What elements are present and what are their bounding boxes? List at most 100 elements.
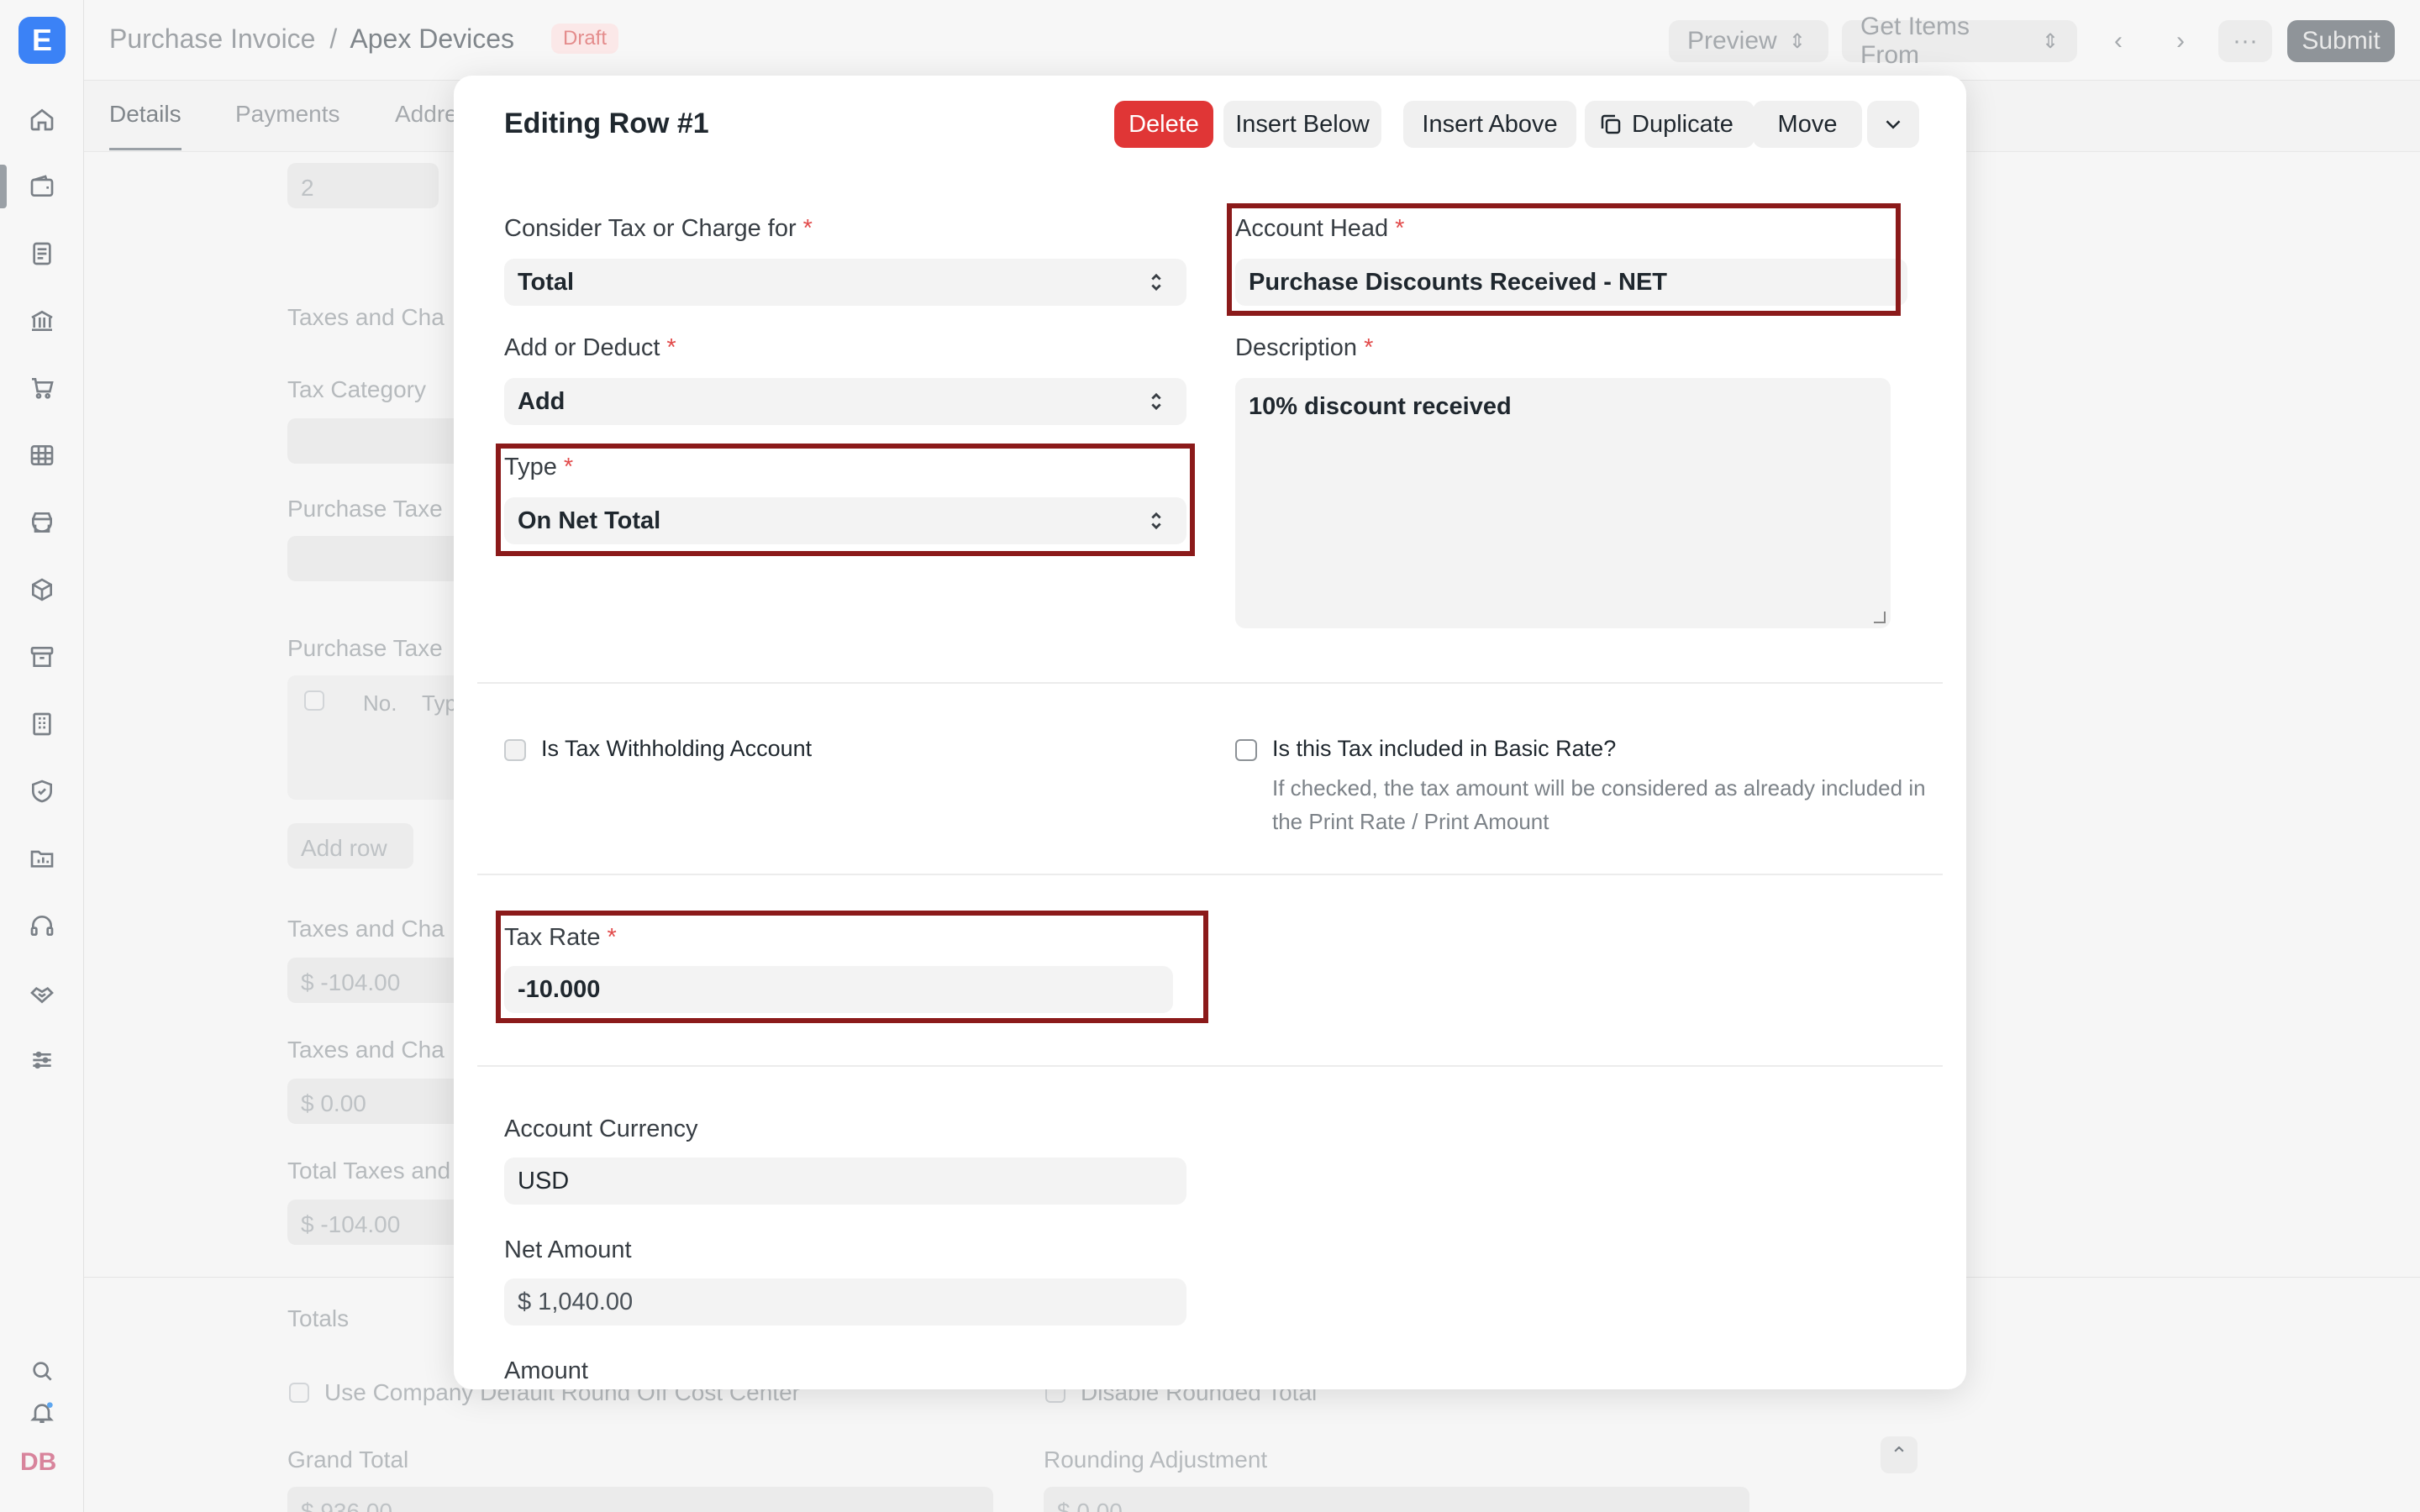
account-currency-label: Account Currency: [504, 1116, 698, 1142]
consider-tax-value: Total: [518, 268, 575, 296]
description-value: 10% discount received: [1249, 393, 1512, 420]
rounding-adjustment-label: Rounding Adjustment: [1044, 1446, 1268, 1473]
box-icon[interactable]: [27, 575, 57, 605]
taxes-table-col-no: No.: [363, 690, 397, 716]
section-divider: [477, 874, 1943, 875]
sliders-icon[interactable]: [27, 1045, 57, 1075]
chevron-left-icon: ‹: [2114, 27, 2123, 55]
purchase-taxes-table-label: Purchase Taxe: [287, 635, 443, 661]
get-items-from-button[interactable]: Get Items From ⇕: [1842, 13, 2077, 69]
consider-tax-select[interactable]: Total: [504, 259, 1186, 306]
tab-payments[interactable]: Payments: [235, 101, 340, 128]
taxes-added-label: Taxes and Cha: [287, 916, 445, 942]
account-currency-field: USD: [504, 1158, 1186, 1205]
avatar[interactable]: DB: [20, 1448, 56, 1477]
table-icon[interactable]: [27, 440, 57, 470]
taxes-deducted-label: Taxes and Cha: [287, 1037, 445, 1063]
chevron-updown-icon: [1144, 270, 1168, 294]
withholding-label: Is Tax Withholding Account: [541, 736, 813, 761]
delete-button[interactable]: Delete: [1114, 101, 1213, 148]
chevron-updown-icon: ⇕: [2041, 29, 2059, 53]
page-title: Apex Devices: [350, 24, 515, 54]
purchase-taxes-template-label: Purchase Taxe: [287, 496, 443, 522]
topbar: Purchase Invoice / Apex Devices Draft Pr…: [84, 0, 2420, 81]
wallet-icon[interactable]: [27, 171, 57, 202]
collapse-section-icon[interactable]: ⌃: [1881, 1436, 1918, 1473]
building-icon[interactable]: [27, 709, 57, 739]
total-taxes-field: $ -104.00: [287, 1200, 472, 1245]
status-badge: Draft: [551, 24, 619, 54]
bell-icon[interactable]: [27, 1398, 57, 1428]
archive-icon[interactable]: [27, 642, 57, 672]
tax-rate-highlight-box: [496, 911, 1208, 1023]
sidebar-active-indicator: [0, 165, 7, 208]
document-icon[interactable]: [27, 239, 57, 269]
account-head-highlight-box: [1227, 203, 1901, 316]
taxes-table-select-all[interactable]: [304, 690, 324, 711]
handshake-icon[interactable]: [27, 978, 57, 1008]
search-icon[interactable]: [27, 1356, 57, 1386]
folder-chart-icon[interactable]: [27, 843, 57, 874]
sidebar: E DB: [0, 0, 84, 1512]
add-row-button[interactable]: Add row: [287, 823, 413, 869]
editing-row-dialog: Editing Row #1 Delete Insert Below Inser…: [454, 76, 1966, 1389]
insert-above-button[interactable]: Insert Above: [1403, 101, 1576, 148]
duplicate-button-label: Duplicate: [1632, 110, 1733, 138]
type-highlight-box: [496, 444, 1195, 556]
preview-button[interactable]: Preview ⇕: [1669, 20, 1828, 62]
bank-icon[interactable]: [27, 306, 57, 336]
resize-handle[interactable]: [1874, 612, 1886, 623]
grand-total-label: Grand Total: [287, 1446, 409, 1473]
move-button[interactable]: Move: [1753, 101, 1862, 148]
duplicate-button[interactable]: Duplicate: [1585, 101, 1754, 148]
more-actions-button[interactable]: ···: [2218, 20, 2272, 62]
chevron-down-icon: [1886, 120, 1901, 129]
net-amount-value: $ 1,040.00: [518, 1288, 634, 1315]
amount-label: Amount: [504, 1357, 588, 1384]
submit-button[interactable]: Submit: [2287, 20, 2395, 62]
totals-heading: Totals: [287, 1305, 350, 1331]
home-icon[interactable]: [27, 104, 57, 134]
purchase-taxes-template-field[interactable]: [287, 536, 472, 581]
tab-details[interactable]: Details: [109, 101, 182, 150]
next-doc-button[interactable]: ›: [2156, 20, 2205, 62]
tax-category-label: Tax Category: [287, 376, 426, 402]
rounding-adjustment-field: $ 0.00: [1044, 1487, 1749, 1512]
withholding-checkbox[interactable]: [504, 739, 526, 761]
section-divider: [477, 682, 1943, 684]
net-amount-label: Net Amount: [504, 1236, 632, 1263]
tax-category-field[interactable]: [287, 418, 472, 464]
description-textarea[interactable]: 10% discount received: [1235, 378, 1891, 628]
shield-icon[interactable]: [27, 776, 57, 806]
add-deduct-value: Add: [518, 387, 566, 415]
breadcrumb: Purchase Invoice / Apex Devices: [109, 24, 514, 55]
included-in-basic-rate-help: If checked, the tax amount will be consi…: [1272, 775, 1926, 834]
copy-icon: [1601, 114, 1621, 134]
included-in-basic-rate-label: Is this Tax included in Basic Rate?: [1272, 736, 1617, 761]
get-items-button-label: Get Items From: [1860, 13, 1970, 69]
cart-icon[interactable]: [27, 373, 57, 403]
app-logo[interactable]: E: [18, 17, 66, 64]
included-in-basic-rate-checkbox[interactable]: [1235, 739, 1257, 761]
more-icon: ···: [2233, 27, 2258, 55]
tab-address[interactable]: Addre: [395, 101, 458, 128]
store-icon[interactable]: [27, 507, 57, 538]
section-divider: [477, 1065, 1943, 1067]
round-off-checkbox[interactable]: [289, 1383, 309, 1403]
headset-icon[interactable]: [27, 911, 57, 941]
add-deduct-label: Add or Deduct *: [504, 334, 676, 361]
chevron-updown-icon: ⇕: [1788, 29, 1806, 53]
grand-total-field: $ 936.00: [287, 1487, 993, 1512]
chevron-updown-icon: [1144, 390, 1168, 413]
more-options-button[interactable]: [1867, 101, 1919, 148]
total-taxes-label: Total Taxes and: [287, 1158, 451, 1184]
taxes-table-col-type: Typ: [422, 690, 457, 716]
qty-field[interactable]: 2: [287, 163, 439, 208]
add-deduct-select[interactable]: Add: [504, 378, 1186, 425]
prev-doc-button[interactable]: ‹: [2094, 20, 2143, 62]
insert-below-button[interactable]: Insert Below: [1223, 101, 1381, 148]
breadcrumb-doctype[interactable]: Purchase Invoice: [109, 24, 315, 54]
breadcrumb-separator: /: [329, 24, 338, 54]
preview-button-label: Preview: [1687, 27, 1777, 55]
consider-tax-label: Consider Tax or Charge for *: [504, 215, 813, 242]
